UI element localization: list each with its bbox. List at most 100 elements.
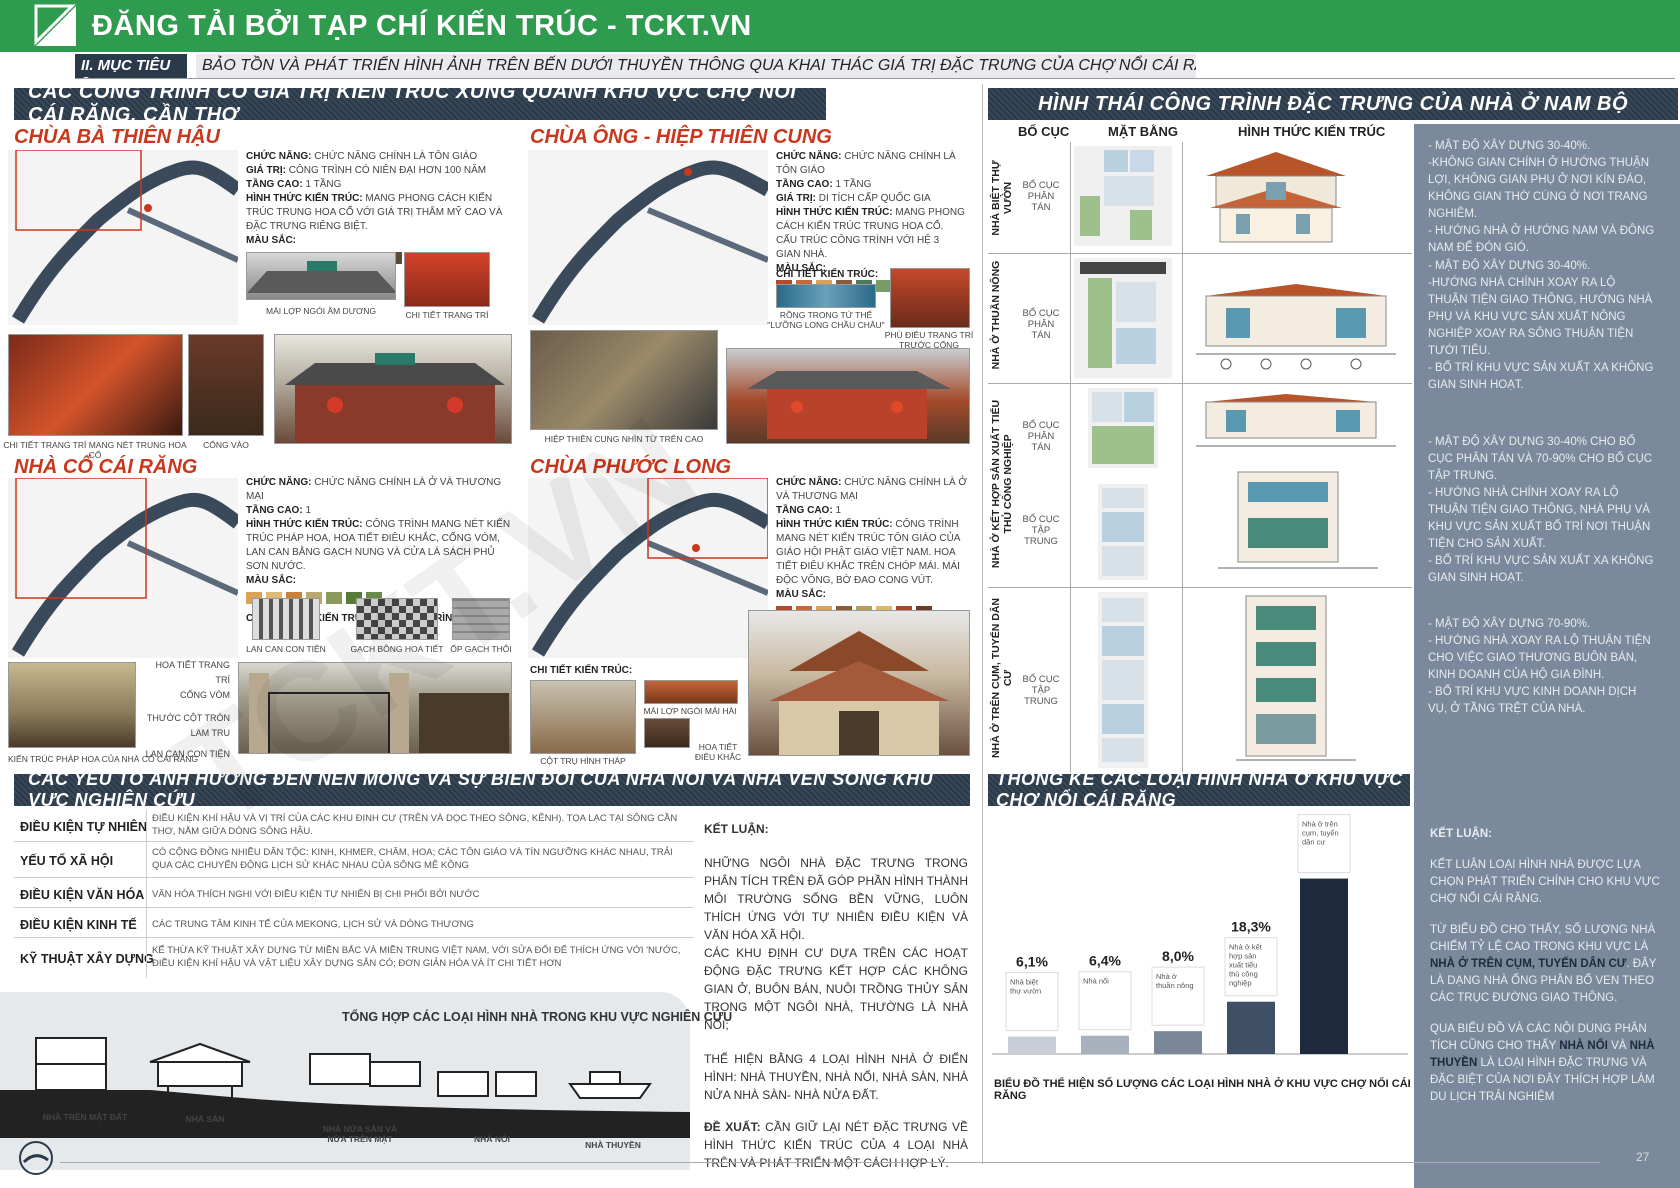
morph-grid-col2: [1182, 142, 1183, 772]
b1-decor-photo: [404, 252, 490, 307]
chart-category-label: Nhà ở kết: [1229, 943, 1263, 952]
b3-facade-photo: [8, 662, 136, 748]
house-label-2: NHÀ SÀN: [185, 1114, 225, 1124]
b4-pillar-caption: CỘT TRỤ HÌNH THÁP: [540, 756, 626, 766]
b3-gate-photo: [238, 662, 512, 754]
b2-relief-caption: PHÙ ĐIÊU TRANG TRÍ TRƯỚC CỔNG: [884, 330, 974, 350]
b3-balustrade-photo: [252, 598, 320, 640]
b4-info: CHỨC NĂNG: CHỨC NĂNG CHÍNH LÀ Ở VÀ THƯƠN…: [776, 476, 970, 618]
b3-cladding-photo: [452, 598, 510, 640]
chart-value-label: 8,0%: [1162, 948, 1194, 964]
factors-table: ĐIỀU KIỆN TỰ NHIÊN ĐIỀU KIỆN KHÍ HẬU VÀ V…: [14, 810, 694, 980]
house-types-title: TỔNG HỢP CÁC LOẠI HÌNH NHÀ TRONG KHU VỰC…: [342, 1010, 733, 1024]
chart-title: BIỂU ĐỒ THỂ HIỆN SỐ LƯỢNG CÁC LOẠI HÌNH …: [994, 1078, 1411, 1102]
chart-category-label: thuần nông: [1156, 981, 1194, 990]
chart-category-label: thự vườn: [1010, 987, 1041, 996]
page-number: 27: [1636, 1150, 1650, 1164]
b3-balustrade-caption: LAN CAN CON TIỆN: [246, 644, 326, 654]
header-bar: ĐĂNG TẢI BỞI TẠP CHÍ KIẾN TRÚC - TCKT.VN: [0, 0, 1680, 52]
b4-map: [528, 478, 768, 658]
section-factors-bar: CÁC YẾU TỐ ẢNH HƯỞNG ĐẾN NỀN MÓNG VÀ SỰ …: [14, 769, 970, 810]
morph-desc-1: - MẬT ĐỘ XÂY DỰNG 30-40%. -KHÔNG GIAN CH…: [1428, 140, 1655, 254]
chart-bar: [1008, 1036, 1056, 1054]
b3-map: [8, 478, 238, 658]
b4-main-photo: [748, 610, 970, 756]
factor-row: ĐIỀU KIỆN VĂN HÓA VĂN HÓA THÍCH NGHI VỚI …: [14, 878, 694, 908]
chart-bar: [1227, 1001, 1275, 1054]
section-statistics-bar: THỐNG KÊ CÁC LOẠI HÌNH NHÀ Ở KHU VỰC CHỢ…: [988, 769, 1410, 810]
b2-map: [528, 150, 768, 325]
chart-bar: [1081, 1035, 1129, 1054]
chart-value-label: 6,1%: [1016, 954, 1048, 970]
b2-relief-photo: [890, 268, 970, 328]
chart-category-label: xuất tiểu: [1229, 961, 1257, 970]
b1-info: CHỨC NĂNG: CHỨC NĂNG CHÍNH LÀ TÔN GIÁO G…: [246, 150, 511, 264]
b2-dragon-photo: [776, 284, 876, 308]
b2-details-label: CHI TIẾT KIẾN TRÚC:: [776, 269, 879, 280]
house-label-3: NHÀ NỬA SÀN VÀ NỬA TRÊN MẶT: [322, 1124, 398, 1144]
morph-desc-3: - MẬT ĐỘ XÂY DỰNG 30-40% CHO BỐ CỤC PHÂN…: [1428, 436, 1654, 584]
b1-main-photo: [274, 334, 512, 444]
morph-desc-2: - MẬT ĐỘ XÂY DỰNG 30-40%. -HƯỚNG NHÀ CHÍ…: [1428, 260, 1654, 391]
b4-carving-photo: [644, 718, 690, 748]
morph-desc-4: - MẬT ĐỘ XÂY DỰNG 70-90%. - HƯỚNG NHÀ XO…: [1428, 618, 1651, 715]
house-label-5: NHÀ THUYỀN: [585, 1140, 641, 1150]
chart-category-label: hợp sản: [1229, 952, 1256, 961]
morph-grid-col1: [1070, 142, 1071, 772]
chart-category-label: Nhà ở trên: [1302, 820, 1338, 829]
chart-bar: [1300, 878, 1348, 1054]
section-architecture-bar: CÁC CÔNG TRÌNH CÓ GIÁ TRỊ KIẾN TRÚC XUNG…: [14, 81, 826, 126]
b1-interior-photo: [8, 334, 183, 436]
b3-tile-caption: GẠCH BÔNG HOA TIẾT: [350, 644, 444, 654]
b3-title: NHÀ CỔ CÁI RĂNG: [14, 456, 198, 478]
b4-roof-photo: [644, 680, 738, 704]
b2-dragon-caption: RỒNG TRONG TỨ THẾ "LƯỠNG LONG CHẦU CHÂU": [767, 310, 885, 330]
logo-icon: [34, 4, 76, 46]
chart-category-label: Nhà nổi: [1083, 977, 1109, 986]
b4-title: CHÙA PHƯỚC LONG: [530, 456, 732, 478]
b1-roof-photo: [246, 252, 396, 300]
chart-category-label: dân cư: [1302, 838, 1325, 847]
goal-label: II. MỤC TIÊU 3: [75, 54, 187, 91]
goal-underline: [75, 78, 1675, 79]
chart-category-label: Nhà ở: [1156, 972, 1177, 981]
b4-details-label: CHI TIẾT KIẾN TRÚC:: [530, 665, 633, 676]
chart-bar: [1154, 1031, 1202, 1054]
header-title: ĐĂNG TẢI BỞI TẠP CHÍ KIẾN TRÚC - TCKT.VN: [92, 10, 752, 42]
b1-map: [8, 150, 238, 325]
b1-title: CHÙA BÀ THIÊN HẬU: [14, 126, 220, 148]
factor-row: KỸ THUẬT XÂY DỰNG KẾ THỪA KỸ THUẬT XÂY DỰ…: [20, 945, 681, 969]
morph-row-4: NHÀ Ở TRÊN CỤM, TUYẾN DÂN CƯ BỐ CỤC TẬP …: [988, 588, 1412, 772]
chart-conclusion: KẾT LUẬN: KẾT LUẬN LOẠI HÌNH NHÀ ĐƯỢC LỰ…: [1430, 828, 1660, 1103]
b3-caption: KIẾN TRÚC PHÁP HOA CỦA NHÀ CỔ CÁI RĂNG: [8, 754, 199, 764]
b3-labels: HOA TIẾT TRANG TRÍ CỔNG VÒM THƯỚC CỘT TRÒN…: [145, 660, 230, 759]
vertical-divider: [982, 84, 983, 1164]
b1-roof-caption: MÁI LỢP NGÓI ÂM DƯƠNG: [266, 306, 376, 316]
b1-decor-caption: CHI TIẾT TRANG TRÍ: [405, 310, 489, 320]
section-morphology-bar: HÌNH THÁI CÔNG TRÌNH ĐẶC TRƯNG CỦA NHÀ Ở…: [988, 88, 1678, 120]
factor-row: ĐIỀU KIỆN KINH TẾ CÁC TRUNG TÂM KINH TẾ C…: [14, 908, 694, 938]
b3-cladding-caption: ỐP GẠCH THÔI: [450, 644, 512, 654]
chart-category-label: nghiệp: [1229, 979, 1252, 988]
b2-aerial-photo: [530, 330, 718, 430]
b4-roof-caption: MÁI LỢP NGÓI MÁI HÀI: [643, 706, 737, 716]
morph-row-2: NHÀ Ở THUẦN NÔNG BỐ CỤC PHÂN TÁN: [988, 254, 1412, 384]
b1-gate-caption: CỔNG VÀO: [203, 440, 249, 450]
statistics-chart: 6,1% Nhà biệtthự vườn 6,4% Nhà nổi 8,0% Nhà ở…: [992, 814, 1408, 1055]
b4-carving-caption: HOA TIẾT ĐIÊU KHẮC: [694, 742, 742, 762]
house-label-4: NHÀ NỔI: [474, 1134, 510, 1144]
goal-text: BẢO TỒN VÀ PHÁT TRIỂN HÌNH ẢNH TRÊN BẾN …: [196, 54, 1196, 78]
chart-category-label: thủ công: [1229, 970, 1258, 979]
morph-row-1: NHÀ BIỆT THỰ VƯỜN BỐ CỤC PHÂN TÁN: [988, 142, 1412, 254]
bottom-logo-icon: [19, 1141, 53, 1175]
chart-category-label: Nhà biệt: [1010, 978, 1039, 987]
chart-value-label: 6,4%: [1089, 953, 1121, 969]
chart-value-label: 18,3%: [1231, 919, 1271, 935]
b3-tile-photo: [356, 598, 438, 640]
morph-row-3: NHÀ Ở KẾT HỢP SẢN XUẤT TIỂU THỦ CÔNG NGH…: [988, 384, 1412, 588]
chart-category-label: cụm, tuyến: [1302, 829, 1339, 838]
conclusion-block: KẾT LUẬN: NHỮNG NGÔI NHÀ ĐẶC TRƯNG TRONG…: [704, 822, 968, 1170]
b2-aerial-caption: HIỆP THIÊN CUNG NHÌN TỪ TRÊN CAO: [544, 434, 704, 444]
footer-line: [60, 1162, 1600, 1163]
b1-gate-photo: [188, 334, 264, 436]
